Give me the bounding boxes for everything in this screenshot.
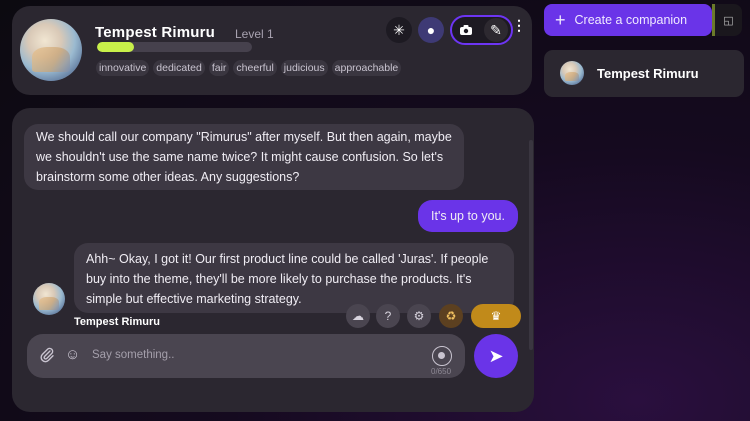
send-icon: ➤ — [488, 345, 504, 366]
companion-message: Ahh~ Okay, I got it! Our first product l… — [74, 243, 514, 313]
message-author: Tempest Rimuru — [74, 316, 160, 328]
companion-name: Tempest Rimuru — [95, 24, 216, 41]
reroll-icon[interactable]: ♻ — [439, 304, 463, 328]
compact-view-button[interactable]: ◱ — [712, 4, 742, 36]
trait-tag: fair — [208, 60, 230, 76]
plus-icon: + — [555, 10, 566, 30]
create-companion-button[interactable]: + Create a companion — [544, 4, 712, 36]
camera-icon[interactable] — [454, 18, 478, 42]
companion-avatar[interactable] — [20, 19, 82, 81]
companion-list-name: Tempest Rimuru — [597, 66, 699, 81]
message-avatar — [33, 283, 65, 315]
level-label: Level 1 — [235, 27, 274, 41]
help-icon[interactable]: ? — [376, 304, 400, 328]
companion-header: Tempest Rimuru Level 1 innovative dedica… — [12, 6, 532, 95]
companion-message: We should call our company "Rimurus" aft… — [24, 124, 464, 190]
trait-list: innovative dedicated fair cheerful judic… — [96, 60, 402, 76]
create-companion-label: Create a companion — [574, 13, 688, 27]
emoji-icon[interactable]: ☺ — [65, 347, 80, 362]
circle-icon[interactable]: ● — [418, 17, 444, 43]
trait-tag: approachable — [331, 60, 402, 76]
pen-icon[interactable]: ✎ — [484, 18, 508, 42]
character-counter: 0/650 — [431, 367, 452, 376]
trait-tag: dedicated — [153, 60, 205, 76]
xp-progress-fill — [97, 42, 135, 52]
attachment-icon[interactable] — [39, 347, 55, 366]
xp-progress-bar — [97, 42, 252, 52]
spark-icon[interactable]: ✳ — [386, 17, 412, 43]
message-input-placeholder[interactable]: Say something.. — [92, 349, 174, 361]
crown-icon[interactable]: ♛ — [471, 304, 521, 328]
user-message: It's up to you. — [418, 200, 518, 232]
chat-scrollbar[interactable] — [529, 140, 533, 350]
cloud-icon[interactable]: ☁ — [346, 304, 370, 328]
chat-bubble-icon: ◱ — [723, 14, 734, 27]
trait-tag: innovative — [96, 60, 150, 76]
message-input-bar[interactable]: ☺ Say something.. 0/650 — [27, 334, 465, 378]
voice-record-icon[interactable] — [432, 346, 452, 366]
companion-list-item[interactable]: Tempest Rimuru — [544, 50, 744, 97]
trait-tag: cheerful — [233, 60, 277, 76]
trait-tag: judicious — [280, 60, 328, 76]
companion-list-avatar — [560, 61, 584, 85]
sliders-icon[interactable]: ⚙ — [407, 304, 431, 328]
send-button[interactable]: ➤ — [474, 334, 518, 378]
more-options-icon[interactable]: ⋮ — [512, 18, 526, 32]
